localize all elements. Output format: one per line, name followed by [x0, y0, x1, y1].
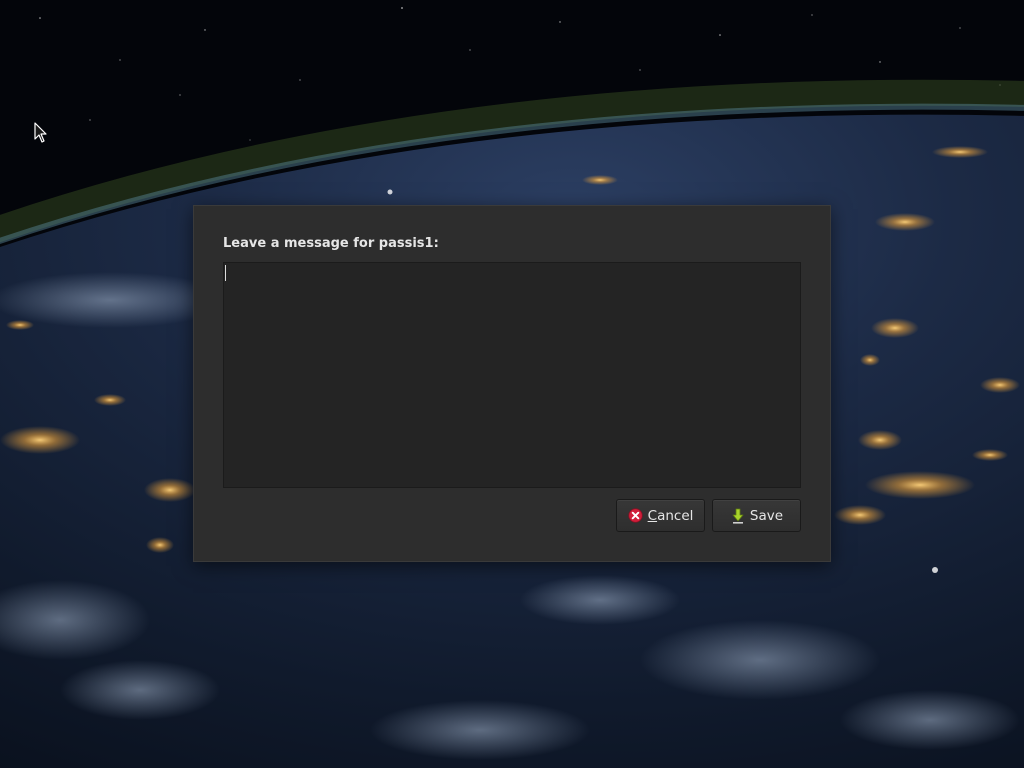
cancel-mnemonic: C [647, 507, 658, 524]
cancel-label-rest: ancel [657, 507, 694, 524]
desktop: Leave a message for passis1: Cancel Save [0, 0, 1024, 768]
save-label: Save [749, 507, 784, 524]
cancel-icon [628, 508, 644, 524]
mouse-cursor-icon [34, 122, 47, 143]
message-prompt-label: Leave a message for passis1: [223, 236, 439, 251]
save-button[interactable]: Save [712, 499, 801, 532]
cancel-button[interactable]: Cancel [616, 499, 705, 532]
text-caret [225, 265, 226, 281]
cancel-label: Cancel [648, 508, 694, 524]
message-textarea[interactable] [223, 262, 801, 488]
leave-message-dialog: Leave a message for passis1: Cancel Save [193, 205, 831, 562]
save-icon [730, 508, 746, 524]
